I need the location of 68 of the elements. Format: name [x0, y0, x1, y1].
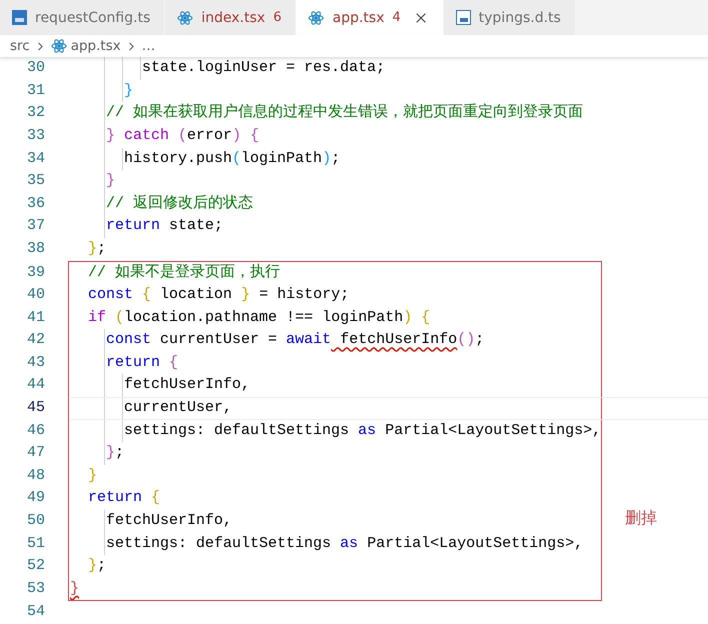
code-line: }; [87, 556, 108, 576]
line-number: 51 [26, 534, 46, 554]
editor-tab[interactable]: requestConfig.ts [0, 0, 166, 35]
line-number: 49 [26, 488, 46, 508]
code-line: return state; [70, 215, 708, 238]
code-line: fetchUserInfo, [70, 374, 601, 398]
tab-label: requestConfig.ts [35, 10, 150, 26]
code-line: }; [70, 442, 601, 465]
code-line: currentUser, [70, 397, 708, 420]
line-number: 34 [26, 148, 46, 169]
code-line: const currentUser = await fetchUserInfo(); [70, 329, 601, 352]
code-line: } [70, 170, 708, 193]
atom-icon [308, 10, 324, 26]
code-line: const { location } = history; [87, 285, 350, 306]
line-number: 48 [26, 466, 46, 486]
line-number: 37 [26, 216, 46, 236]
breadcrumb-item[interactable]: src [10, 38, 30, 54]
code-line: } [70, 578, 80, 599]
breadcrumb-item[interactable]: … [142, 38, 156, 54]
line-number: 46 [26, 420, 46, 441]
code-line: }; [87, 238, 108, 259]
atom-icon [50, 38, 67, 54]
line-number: 50 [26, 511, 46, 532]
line-number: 45 [26, 398, 46, 418]
line-number: 54 [26, 602, 46, 622]
line-number: 52 [26, 556, 46, 576]
code-line: if (location.pathname !== loginPath) { [87, 308, 432, 328]
editor-tab[interactable]: typings.d.ts [444, 0, 576, 35]
editor-tab[interactable]: app.tsx 4 [296, 0, 444, 35]
problem-count: 6 [273, 10, 282, 25]
code-line: settings: defaultSettings as Partial<LayoutSettings>, [70, 532, 601, 556]
line-number: 42 [26, 330, 46, 350]
line-number: 35 [26, 171, 46, 192]
line-number: 44 [26, 375, 46, 396]
code-line: // 如果不是登录页面，执行 [87, 262, 282, 282]
problem-count: 4 [392, 10, 401, 25]
code-line: } [87, 466, 98, 486]
code-line: return { [70, 352, 601, 374]
code-line: // 返回修改后的状态 [70, 192, 708, 216]
annotation-note: 删掉 [625, 508, 657, 528]
tab-label: app.tsx [332, 10, 384, 26]
code-line: } [70, 80, 708, 102]
code-line: } catch (error) { [70, 124, 708, 148]
file-type-icon [456, 10, 471, 25]
tab-label: index.tsx [201, 10, 266, 26]
line-number: 36 [26, 194, 46, 214]
line-number: 53 [26, 578, 46, 599]
line-number: 47 [26, 443, 46, 464]
code-line: settings: defaultSettings as Partial<LayoutSettings>, [70, 420, 601, 442]
file-type-icon [12, 10, 27, 25]
atom-icon [177, 10, 194, 26]
line-number: 30 [26, 58, 46, 78]
line-number: 41 [26, 308, 46, 328]
code-line: history.push(loginPath); [70, 148, 708, 170]
code-line: return { [87, 488, 162, 508]
code-line: state.loginUser = res.data; [70, 57, 708, 80]
line-number: 33 [26, 126, 46, 146]
editor-tab[interactable]: index.tsx 6 [165, 0, 296, 35]
tab-label: typings.d.ts [478, 10, 561, 26]
line-number: 40 [26, 285, 46, 306]
code-line: fetchUserInfo, [70, 510, 601, 533]
code-line: // 如果在获取用户信息的过程中发生错误，就把页面重定向到登录页面 [70, 102, 708, 125]
line-number: 31 [26, 80, 46, 101]
line-number: 32 [26, 103, 46, 124]
line-number: 38 [26, 238, 46, 259]
breadcrumb-item[interactable]: app.tsx [70, 38, 121, 54]
line-number: 39 [26, 262, 46, 282]
line-number: 43 [26, 352, 46, 373]
